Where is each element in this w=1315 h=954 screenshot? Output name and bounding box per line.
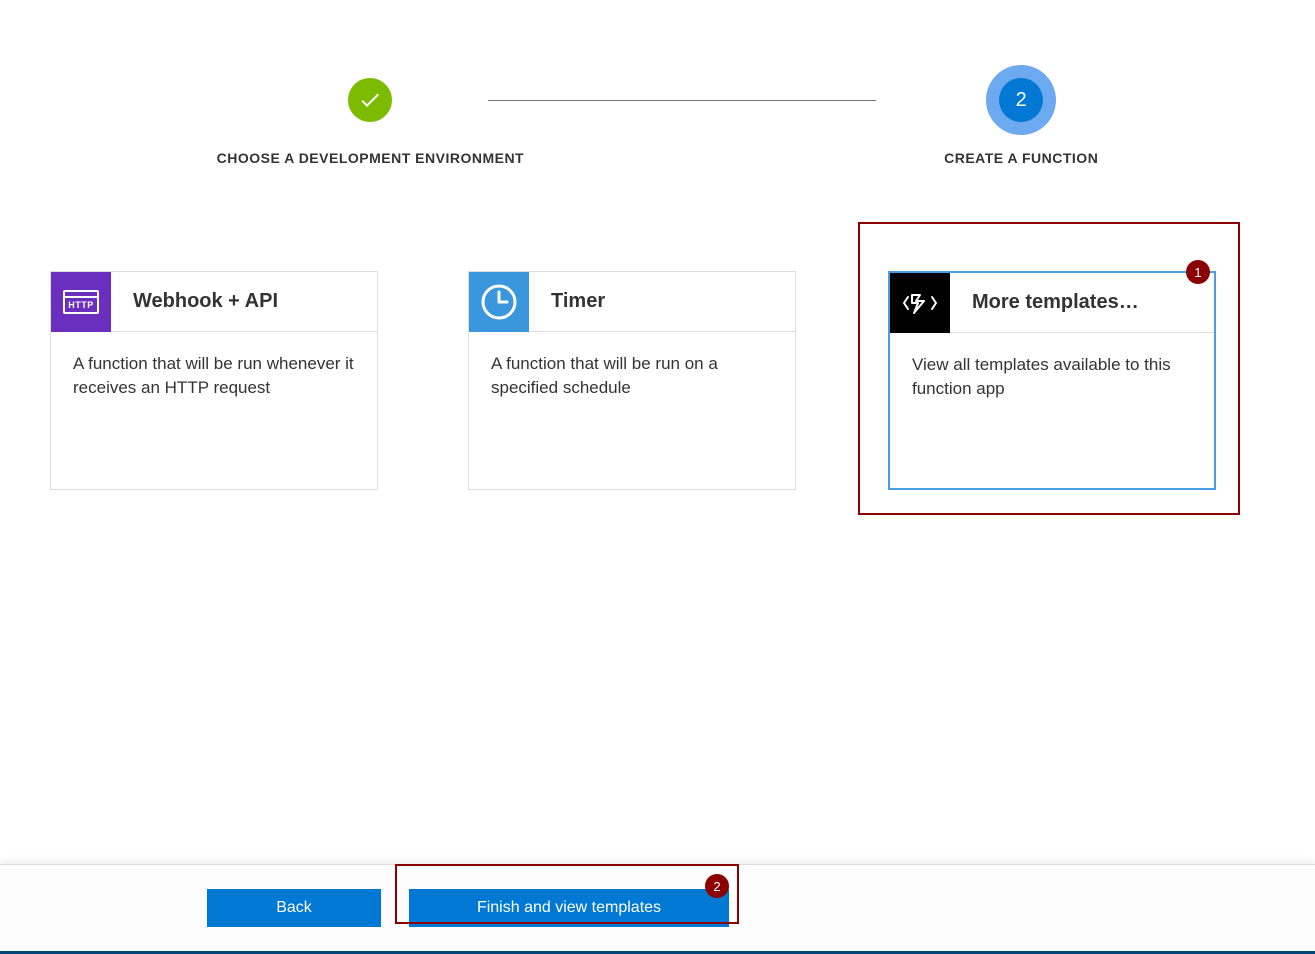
http-icon: HTTP bbox=[51, 272, 111, 332]
card-description: A function that will be run whenever it … bbox=[51, 332, 377, 487]
svg-text:HTTP: HTTP bbox=[68, 300, 94, 310]
clock-icon bbox=[469, 272, 529, 332]
checkmark-icon bbox=[348, 78, 392, 122]
card-title: Timer bbox=[529, 290, 605, 313]
step-number-badge: 2 bbox=[999, 78, 1043, 122]
step-label: CHOOSE A DEVELOPMENT ENVIRONMENT bbox=[217, 150, 524, 166]
back-button[interactable]: Back bbox=[207, 889, 381, 927]
card-timer[interactable]: Timer A function that will be run on a s… bbox=[468, 271, 796, 490]
wizard-stepper: CHOOSE A DEVELOPMENT ENVIRONMENT 2 CREAT… bbox=[50, 65, 1265, 166]
step-label: CREATE A FUNCTION bbox=[944, 150, 1098, 166]
stepper-connector bbox=[488, 100, 876, 101]
card-webhook-api[interactable]: HTTP Webhook + API A function that will … bbox=[50, 271, 378, 490]
annotation-badge: 2 bbox=[705, 874, 729, 898]
step-active-halo: 2 bbox=[986, 65, 1056, 135]
card-description: A function that will be run on a specifi… bbox=[469, 332, 795, 487]
card-title: Webhook + API bbox=[111, 290, 278, 313]
step-choose-environment: CHOOSE A DEVELOPMENT ENVIRONMENT bbox=[217, 65, 524, 166]
annotation-box-more-templates: 1 bbox=[858, 222, 1240, 515]
annotation-box-finish-button: 2 bbox=[395, 864, 739, 924]
step-create-function: 2 CREATE A FUNCTION bbox=[944, 65, 1098, 166]
annotation-badge: 1 bbox=[1186, 260, 1210, 284]
